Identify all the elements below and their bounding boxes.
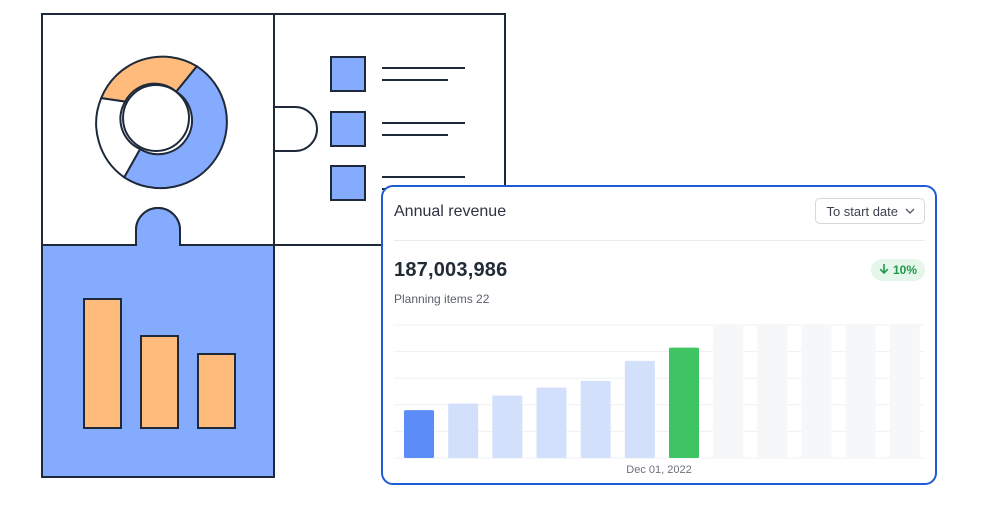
icon-bar-2 [140, 335, 179, 429]
chart-date-label: Dec 01, 2022 [626, 464, 692, 476]
annual-revenue-card: Annual revenue To start date 187,003,986… [381, 185, 937, 485]
chevron-down-icon [905, 208, 915, 214]
chart-bar-empty[interactable] [713, 325, 744, 458]
planning-items-label: Planning items 22 [394, 292, 490, 306]
revenue-bar-chart [394, 324, 924, 459]
card-title: Annual revenue [394, 203, 507, 220]
chart-bar-empty[interactable] [889, 325, 920, 458]
change-label: 10% [892, 263, 917, 277]
date-filter-dropdown[interactable]: To start date [815, 198, 925, 224]
chart-bar[interactable] [669, 347, 699, 458]
card-divider [394, 240, 925, 241]
chart-bar[interactable] [492, 395, 523, 458]
chart-bar[interactable] [536, 387, 567, 458]
change-badge: 10% [870, 259, 925, 281]
icon-bar-1 [83, 298, 122, 429]
chart-bar[interactable] [448, 403, 479, 458]
chart-bar-empty[interactable] [801, 325, 832, 458]
chart-bar[interactable] [624, 360, 655, 458]
date-filter-label: To start date [826, 203, 898, 219]
total-value: 187,003,986 [394, 259, 508, 281]
chart-bar[interactable] [580, 380, 611, 458]
chart-bar-empty[interactable] [845, 325, 876, 458]
icon-bar-3 [197, 353, 236, 429]
chart-bar-empty[interactable] [757, 325, 788, 458]
donut-hole [122, 84, 190, 152]
arrow-down-icon [879, 263, 889, 277]
donut-chart-icon [95, 55, 228, 190]
chart-bar[interactable] [404, 410, 434, 458]
